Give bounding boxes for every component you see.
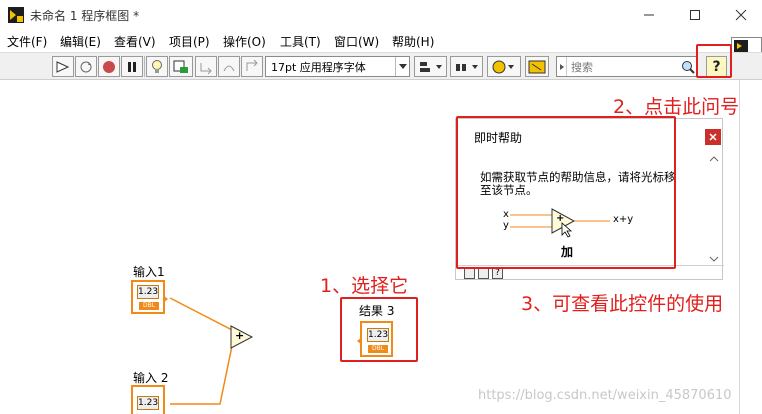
annotation-box-help-window <box>456 116 676 269</box>
input2-label: 输入 2 <box>133 371 169 385</box>
input1-label: 输入1 <box>133 265 165 279</box>
input1-value: 1.23 <box>137 285 159 299</box>
help-scrollbar[interactable] <box>706 153 722 265</box>
annotation-box-result <box>340 297 418 362</box>
input2-value: 1.23 <box>137 396 159 410</box>
close-icon <box>709 133 717 141</box>
watermark: https://blog.csdn.net/weixin_45870610 <box>478 388 732 403</box>
annotation-step1: 1、选择它 <box>320 275 409 297</box>
annotation-box-help-button <box>696 44 732 78</box>
input2-terminal[interactable]: 1.23 <box>131 385 165 414</box>
add-function-node[interactable]: + <box>230 325 254 349</box>
annotation-step3: 3、可查看此控件的使用 <box>521 293 724 315</box>
wire-input1 <box>169 297 233 338</box>
input1-type: DBL <box>139 302 159 310</box>
add-symbol: + <box>235 329 245 342</box>
wire-input2 <box>170 345 233 405</box>
help-close-button[interactable] <box>705 129 721 145</box>
annotation-step2: 2、点击此问号 <box>613 96 740 118</box>
input1-terminal[interactable]: 1.23 DBL <box>131 280 168 314</box>
